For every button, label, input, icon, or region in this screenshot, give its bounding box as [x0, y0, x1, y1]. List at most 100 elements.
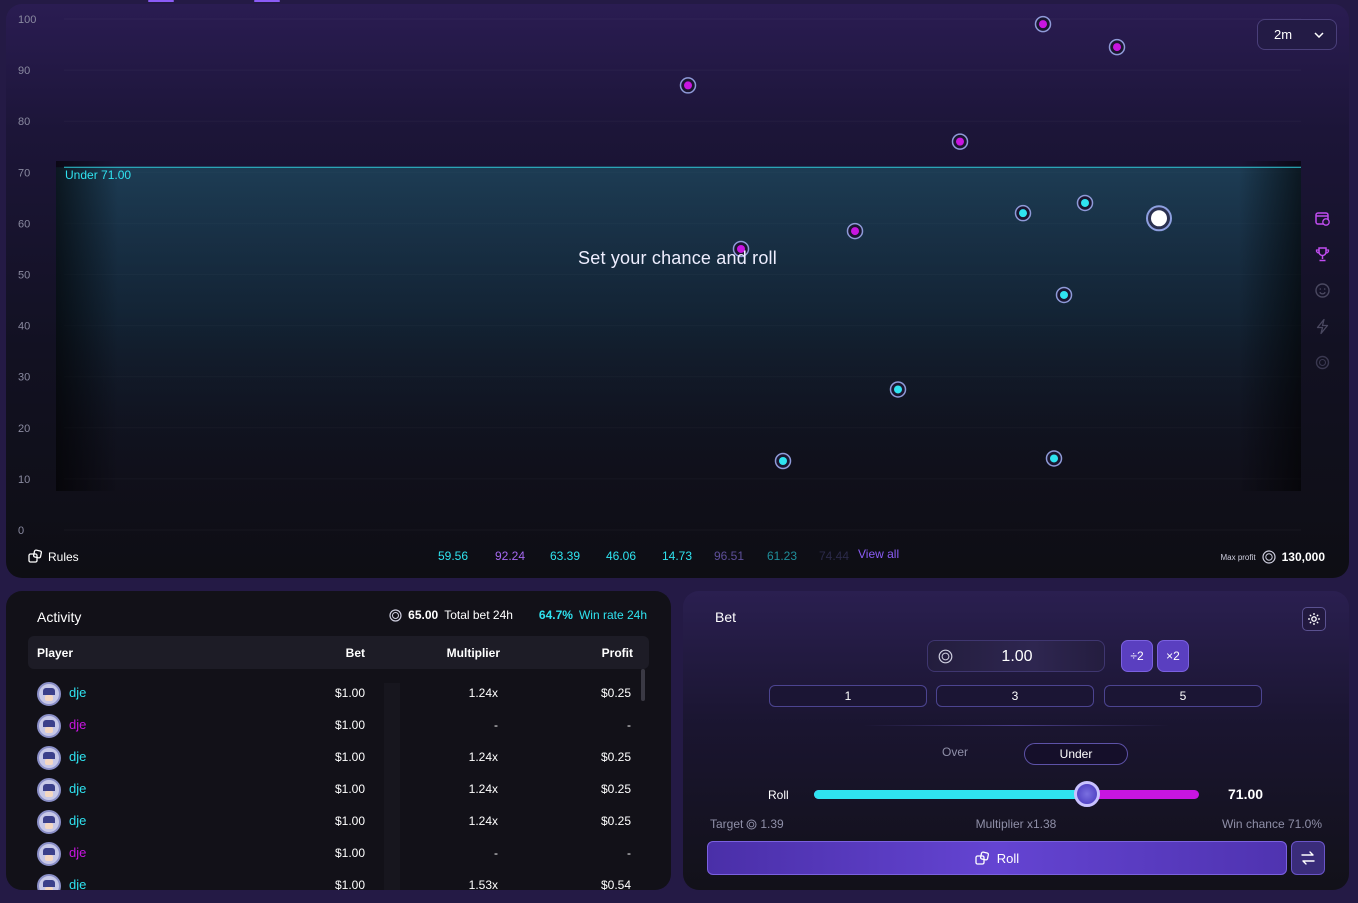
y-tick-label: 0	[18, 525, 24, 537]
multiplier-value: 1.24x	[468, 750, 498, 764]
roll-label: Roll	[768, 788, 789, 802]
total-bet-label: Total bet 24h	[444, 608, 513, 622]
win-chance-info: Win chance 71.0%	[1221, 817, 1322, 831]
history-value[interactable]: 14.73	[662, 549, 714, 563]
history-value[interactable]: 59.56	[438, 549, 495, 563]
player-name: dje	[69, 877, 87, 890]
lightning-icon[interactable]	[1314, 318, 1331, 335]
avatar	[37, 810, 61, 834]
over-toggle[interactable]: Over	[942, 745, 968, 759]
roll-button[interactable]: Roll	[707, 841, 1287, 875]
chart-prompt-text: Set your chance and roll	[578, 248, 777, 268]
total-bet-value: 65.00	[408, 608, 439, 622]
max-profit-label: Max profit	[1220, 552, 1256, 562]
double-bet-button[interactable]: ×2	[1157, 640, 1189, 672]
bet-value: $1.00	[334, 878, 365, 890]
roll-slider-fill	[814, 790, 1088, 799]
roll-slider-handle[interactable]	[1074, 781, 1101, 807]
player-name: dje	[69, 717, 87, 732]
dice-icon	[28, 549, 43, 563]
history-value[interactable]: 61.23	[767, 549, 819, 563]
player-name: dje	[69, 781, 87, 796]
trophy-icon[interactable]	[1314, 246, 1331, 263]
avatar	[37, 746, 61, 770]
bet-value: $1.00	[334, 846, 365, 860]
gear-icon	[1308, 613, 1320, 625]
bet-value: $1.00	[334, 686, 365, 700]
win-rate-label: Win rate 24h	[578, 608, 647, 622]
col-profit: Profit	[601, 646, 633, 660]
profit-value: -	[627, 718, 631, 732]
y-tick-label: 70	[18, 167, 30, 179]
rules-label: Rules	[48, 549, 79, 564]
y-tick-label: 60	[18, 218, 30, 230]
settings-button[interactable]	[1302, 607, 1326, 631]
avatar	[37, 682, 61, 706]
y-tick-label: 100	[18, 14, 36, 26]
roll-point	[1034, 15, 1052, 33]
avatar	[37, 714, 61, 738]
win-rate-value: 64.7%	[538, 608, 573, 622]
activity-row[interactable]: dje $1.00 1.24x $0.25	[28, 805, 649, 837]
y-tick-label: 40	[18, 321, 30, 333]
chart-panel: 100 90 80 70 60 50 40 30 20 10 0 Under 71.00 Set y…	[6, 4, 1349, 578]
rules-button[interactable]: Rules	[28, 549, 79, 564]
y-tick-label: 50	[18, 270, 30, 282]
bet-amount-input[interactable]: 1.00	[927, 640, 1105, 672]
roll-point	[846, 222, 864, 240]
activity-row[interactable]: dje $1.00 1.24x $0.25	[28, 773, 649, 805]
under-toggle[interactable]: Under	[1024, 743, 1128, 765]
history-value[interactable]: 92.24	[495, 549, 550, 563]
activity-panel: Activity 65.00 Total bet 24h 64.7% Win r…	[6, 591, 671, 890]
auto-bet-toggle-button[interactable]	[1291, 841, 1325, 875]
profit-value: $0.25	[600, 686, 631, 700]
y-tick-label: 10	[18, 474, 30, 486]
smile-icon[interactable]	[1314, 282, 1331, 299]
activity-stats: 65.00 Total bet 24h 64.7% Win rate 24h	[389, 608, 647, 622]
multiplier-value: -	[494, 846, 498, 860]
profit-value: $0.54	[600, 878, 631, 890]
tab-indicator	[254, 0, 280, 2]
coin-icon[interactable]	[1314, 354, 1331, 371]
bet-value: $1.00	[334, 750, 365, 764]
y-tick-label: 30	[18, 372, 30, 384]
bet-panel: Bet 1.00 ÷2 ×2 1 3 5 Over Under Roll 71.…	[683, 591, 1349, 890]
roll-point	[1108, 38, 1126, 56]
max-profit: Max profit 130,000	[1220, 550, 1325, 564]
activity-row[interactable]: dje $1.00 1.24x $0.25	[28, 677, 649, 709]
half-bet-button[interactable]: ÷2	[1121, 640, 1153, 672]
history-value[interactable]: 96.51	[714, 549, 767, 563]
max-profit-value: 130,000	[1281, 550, 1325, 564]
tab-indicator	[148, 0, 174, 2]
player-name: dje	[69, 845, 87, 860]
side-icon-bar	[1314, 210, 1331, 371]
roll-scatter-chart: 1009080706050403020100	[18, 14, 1301, 537]
activity-row[interactable]: dje $1.00 - -	[28, 837, 649, 869]
multiplier-value: 1.24x	[468, 782, 498, 796]
roll-point	[774, 452, 792, 470]
activity-scrollbar[interactable]	[641, 669, 645, 701]
history-value[interactable]: 63.39	[550, 549, 606, 563]
roll-button-label: Roll	[996, 850, 1020, 866]
coin-icon	[1262, 550, 1276, 564]
time-range-select[interactable]: 2m	[1257, 19, 1337, 50]
activity-row[interactable]: dje $1.00 1.24x $0.25	[28, 741, 649, 773]
profit-value: $0.25	[600, 750, 631, 764]
quick-bet-button-3[interactable]: 3	[936, 685, 1094, 707]
roll-slider-track[interactable]	[814, 790, 1199, 799]
roll-point	[951, 133, 969, 150]
quick-bet-button-1[interactable]: 1	[769, 685, 927, 707]
dice-icon	[975, 850, 989, 865]
chevron-down-icon	[1314, 31, 1324, 38]
multiplier-value: -	[494, 718, 498, 732]
quick-bet-button-5[interactable]: 5	[1104, 685, 1262, 707]
threshold-label: Under 71.00	[65, 168, 132, 182]
view-all-link[interactable]: View all	[858, 547, 899, 563]
activity-row[interactable]: dje $1.00 1.53x $0.54	[28, 869, 649, 890]
calendar-clock-icon[interactable]	[1314, 210, 1331, 227]
activity-title: Activity	[37, 609, 82, 625]
roll-point	[1055, 286, 1073, 304]
roll-history: 59.56 92.24 63.39 46.06 14.73 96.51 61.23 74.44…	[438, 547, 899, 563]
history-value[interactable]: 46.06	[606, 549, 662, 563]
activity-row[interactable]: dje $1.00 - -	[28, 709, 649, 741]
